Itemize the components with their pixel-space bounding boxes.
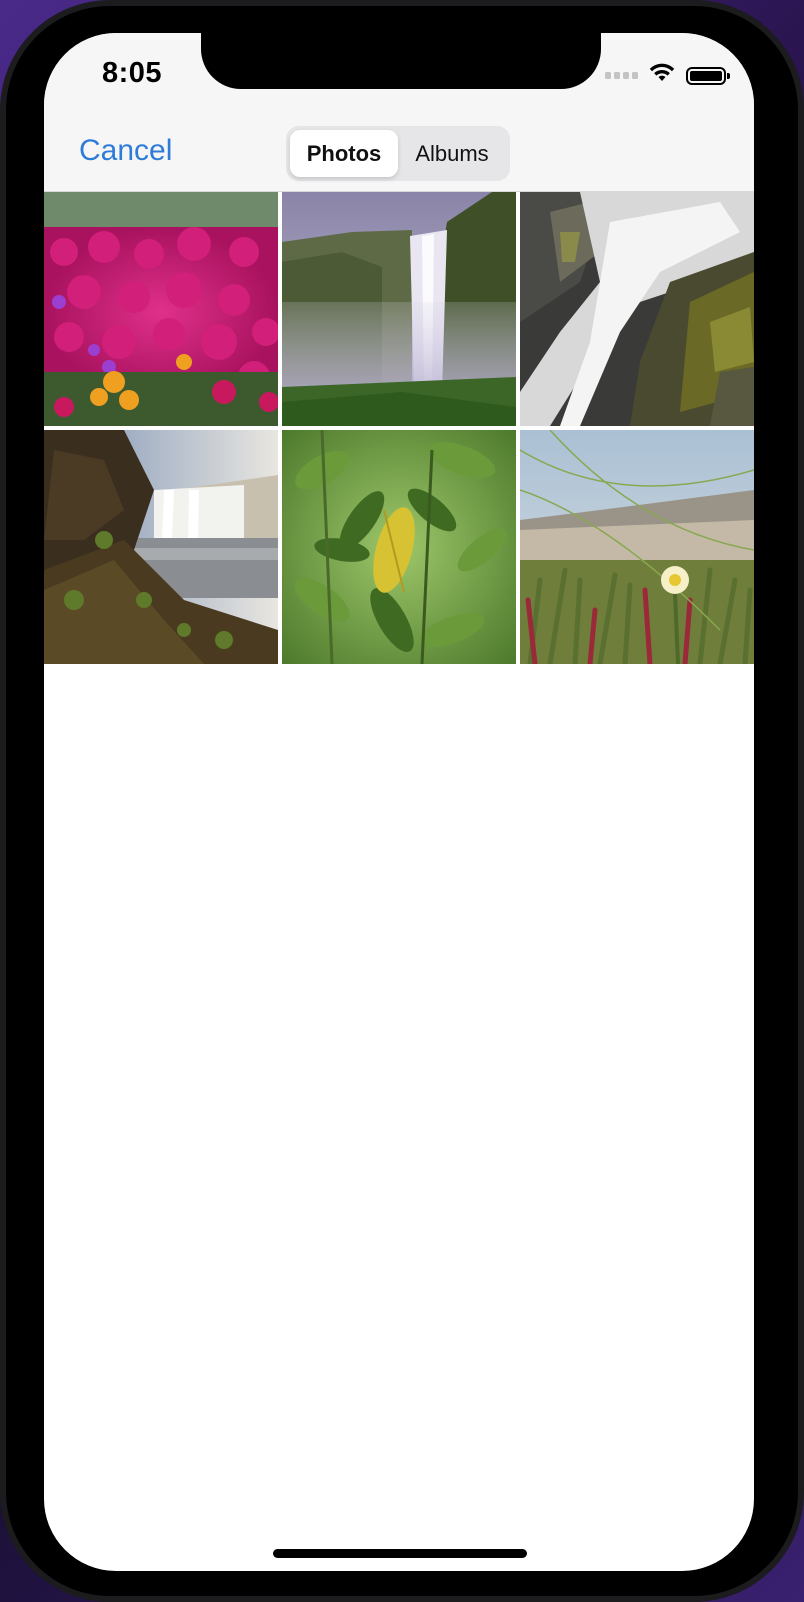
cancel-button[interactable]: Cancel [79, 134, 172, 168]
photo-thumbnail-leaves[interactable] [282, 430, 516, 664]
picker-header: 8:05 Cancel Photos Albums [44, 33, 754, 192]
photo-thumbnail-waterfall-cliff[interactable] [282, 192, 516, 426]
wifi-icon [648, 63, 676, 88]
photo-thumbnail-yellow-flower[interactable] [520, 430, 754, 664]
device-notch [201, 33, 601, 89]
photos-albums-segmented-control: Photos Albums [286, 126, 510, 181]
segment-photos[interactable]: Photos [290, 130, 398, 177]
home-indicator[interactable] [273, 1549, 527, 1558]
photo-grid [44, 192, 754, 664]
segment-albums[interactable]: Albums [398, 130, 506, 177]
photo-thumbnail-flowers[interactable] [44, 192, 278, 426]
photo-thumbnail-waterfall-river[interactable] [44, 430, 278, 664]
photo-picker-screen: 8:05 Cancel Photos Albums [44, 33, 754, 1571]
battery-icon [686, 66, 730, 85]
photo-thumbnail-waterfall-rocks[interactable] [520, 192, 754, 426]
cellular-signal-icon [605, 72, 638, 79]
status-time: 8:05 [102, 57, 163, 89]
status-icons [605, 63, 730, 88]
